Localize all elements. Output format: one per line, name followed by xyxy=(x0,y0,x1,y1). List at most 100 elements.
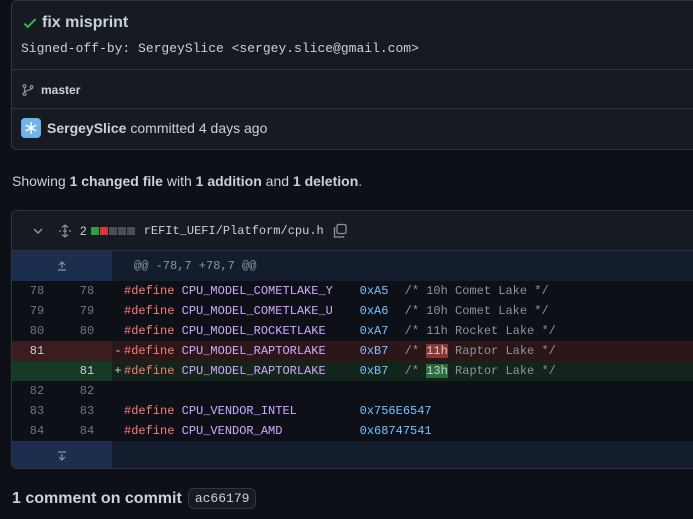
branch-row[interactable]: master xyxy=(21,83,80,97)
old-line-number[interactable]: 84 xyxy=(12,421,62,441)
keyword: #define xyxy=(124,364,175,378)
diff-sign: + xyxy=(114,364,122,378)
code-line: #define CPU_MODEL_RAPTORLAKE 0xB7 /* 11h R… xyxy=(124,341,556,361)
diffstat-block xyxy=(117,226,126,235)
diff-table: @@ -78,7 +78,7 @@ 78 78 #define CPU_MODEL_… xyxy=(12,251,693,468)
snowflake-icon xyxy=(25,122,37,134)
file-diff: 2 rEFIt_UEFI/Platform/cpu.h @@ -78,7 +78… xyxy=(11,210,693,469)
change-count: 2 xyxy=(80,223,87,238)
new-line-number[interactable]: 81 xyxy=(62,361,112,381)
git-branch-icon xyxy=(22,84,34,96)
commit-message-body: Signed-off-by: SergeySlice <sergey.slice… xyxy=(21,41,419,56)
context-line: 79 79 #define CPU_MODEL_COMETLAKE_U 0xA6 /* … xyxy=(12,301,693,321)
macro-name: CPU_MODEL_COMETLAKE_Y xyxy=(181,284,333,298)
divider xyxy=(12,69,693,70)
summary-additions: 1 addition xyxy=(195,173,262,189)
code-line: #define CPU_MODEL_COMETLAKE_Y 0xA5 /* 10h … xyxy=(124,281,549,301)
hunk-spacer xyxy=(112,441,134,468)
commit-sha[interactable]: ac66179 xyxy=(187,488,257,509)
comment: /* xyxy=(404,364,427,378)
old-line-number[interactable] xyxy=(12,361,62,381)
new-line-number[interactable]: 78 xyxy=(62,281,112,301)
code-line: #define CPU_MODEL_COMETLAKE_U 0xA6 /* 10h … xyxy=(124,301,549,321)
diffstat-block xyxy=(90,226,99,235)
keyword: #define xyxy=(124,404,175,418)
comment: Raptor Lake */ xyxy=(447,364,556,378)
summary-with: with xyxy=(166,173,192,189)
comment: /* 10h Comet Lake */ xyxy=(404,284,549,298)
changed-token: 13h xyxy=(426,364,448,378)
comments-title: 1 comment on commit xyxy=(12,489,182,507)
context-line: 82 82 xyxy=(12,381,693,401)
diffstat-block xyxy=(99,226,108,235)
diff-sign xyxy=(112,321,124,341)
summary-deletions: 1 deletion xyxy=(292,173,359,189)
expand-up-button[interactable] xyxy=(12,251,112,281)
deleted-line: 81 - #define CPU_MODEL_RAPTORLAKE 0xB7 /* 11… xyxy=(12,341,693,361)
file-header: 2 rEFIt_UEFI/Platform/cpu.h xyxy=(12,211,693,251)
macro-value: 0x68747541 xyxy=(359,424,432,438)
comment: /* 10h Comet Lake */ xyxy=(404,304,549,318)
new-line-number[interactable]: 82 xyxy=(62,381,112,401)
diff-sign xyxy=(112,381,124,401)
new-line-number[interactable]: 84 xyxy=(62,421,112,441)
check-icon xyxy=(23,18,37,29)
new-line-number[interactable]: 80 xyxy=(62,321,112,341)
old-line-number[interactable]: 79 xyxy=(12,301,62,321)
commit-header: fix misprint Signed-off-by: SergeySlice … xyxy=(12,1,693,109)
diff-sign: - xyxy=(114,344,122,358)
comment: /* 11h Rocket Lake */ xyxy=(404,324,556,338)
author-row: SergeySlice committed 4 days ago xyxy=(21,118,267,138)
old-line-number[interactable]: 83 xyxy=(12,401,62,421)
diff-summary: Showing 1 changed file with 1 addition a… xyxy=(12,173,362,189)
hunk-header: @@ -78,7 +78,7 @@ xyxy=(134,259,257,273)
macro-name: CPU_VENDOR_INTEL xyxy=(181,404,297,418)
keyword: #define xyxy=(124,304,175,318)
summary-changed-files[interactable]: 1 changed file xyxy=(70,173,163,189)
diffstat-block xyxy=(126,226,135,235)
new-line-number[interactable]: 83 xyxy=(62,401,112,421)
diffstat-block xyxy=(108,226,117,235)
author-link[interactable]: SergeySlice xyxy=(47,120,126,136)
keyword: #define xyxy=(124,424,175,438)
code-line: #define CPU_VENDOR_INTEL 0x756E6547 xyxy=(124,401,432,421)
keyword: #define xyxy=(124,284,175,298)
diff-sign xyxy=(112,301,124,321)
macro-name: CPU_VENDOR_AMD xyxy=(181,424,283,438)
new-line-number[interactable] xyxy=(62,341,112,361)
unfold-icon[interactable] xyxy=(58,223,72,238)
context-line: 78 78 #define CPU_MODEL_COMETLAKE_Y 0xA5 /* … xyxy=(12,281,693,301)
summary-period: . xyxy=(358,173,363,189)
added-line: 81 + #define CPU_MODEL_RAPTORLAKE 0xB7 /* 13… xyxy=(12,361,693,381)
macro-value: 0xB7 xyxy=(359,364,389,378)
macro-name: CPU_MODEL_ROCKETLAKE xyxy=(181,324,326,338)
macro-name: CPU_MODEL_RAPTORLAKE xyxy=(181,344,326,358)
context-line: 83 83 #define CPU_VENDOR_INTEL 0x756E6547 xyxy=(12,401,693,421)
old-line-number[interactable]: 78 xyxy=(12,281,62,301)
commit-title: fix misprint xyxy=(42,14,129,31)
diff-sign xyxy=(112,281,124,301)
branch-name[interactable]: master xyxy=(41,83,80,97)
commit-time: committed 4 days ago xyxy=(130,120,268,136)
context-line: 84 84 #define CPU_VENDOR_AMD 0x68747541 xyxy=(12,421,693,441)
file-path[interactable]: rEFIt_UEFI/Platform/cpu.h xyxy=(144,224,324,238)
old-line-number[interactable]: 82 xyxy=(12,381,62,401)
code-line: #define CPU_VENDOR_AMD 0x68747541 xyxy=(124,421,432,441)
new-line-number[interactable]: 79 xyxy=(62,301,112,321)
old-line-number[interactable]: 80 xyxy=(12,321,62,341)
old-line-number[interactable]: 81 xyxy=(12,341,62,361)
changed-token: 11h xyxy=(426,344,448,358)
keyword: #define xyxy=(124,324,175,338)
context-line: 80 80 #define CPU_MODEL_ROCKETLAKE 0xA7 /* 1… xyxy=(12,321,693,341)
expand-down-icon xyxy=(58,451,66,461)
macro-value: 0xA5 xyxy=(359,284,389,298)
diff-sign xyxy=(112,421,124,441)
comment: /* xyxy=(404,344,427,358)
chevron-down-icon[interactable] xyxy=(32,225,44,237)
expand-up-icon xyxy=(58,261,66,271)
avatar[interactable] xyxy=(21,118,41,138)
code-line: #define CPU_MODEL_RAPTORLAKE 0xB7 /* 13h R… xyxy=(124,361,556,381)
copy-icon[interactable] xyxy=(332,223,348,239)
expand-down-button[interactable] xyxy=(12,441,112,468)
diff-lines: 78 78 #define CPU_MODEL_COMETLAKE_Y 0xA5 /* … xyxy=(12,281,693,441)
